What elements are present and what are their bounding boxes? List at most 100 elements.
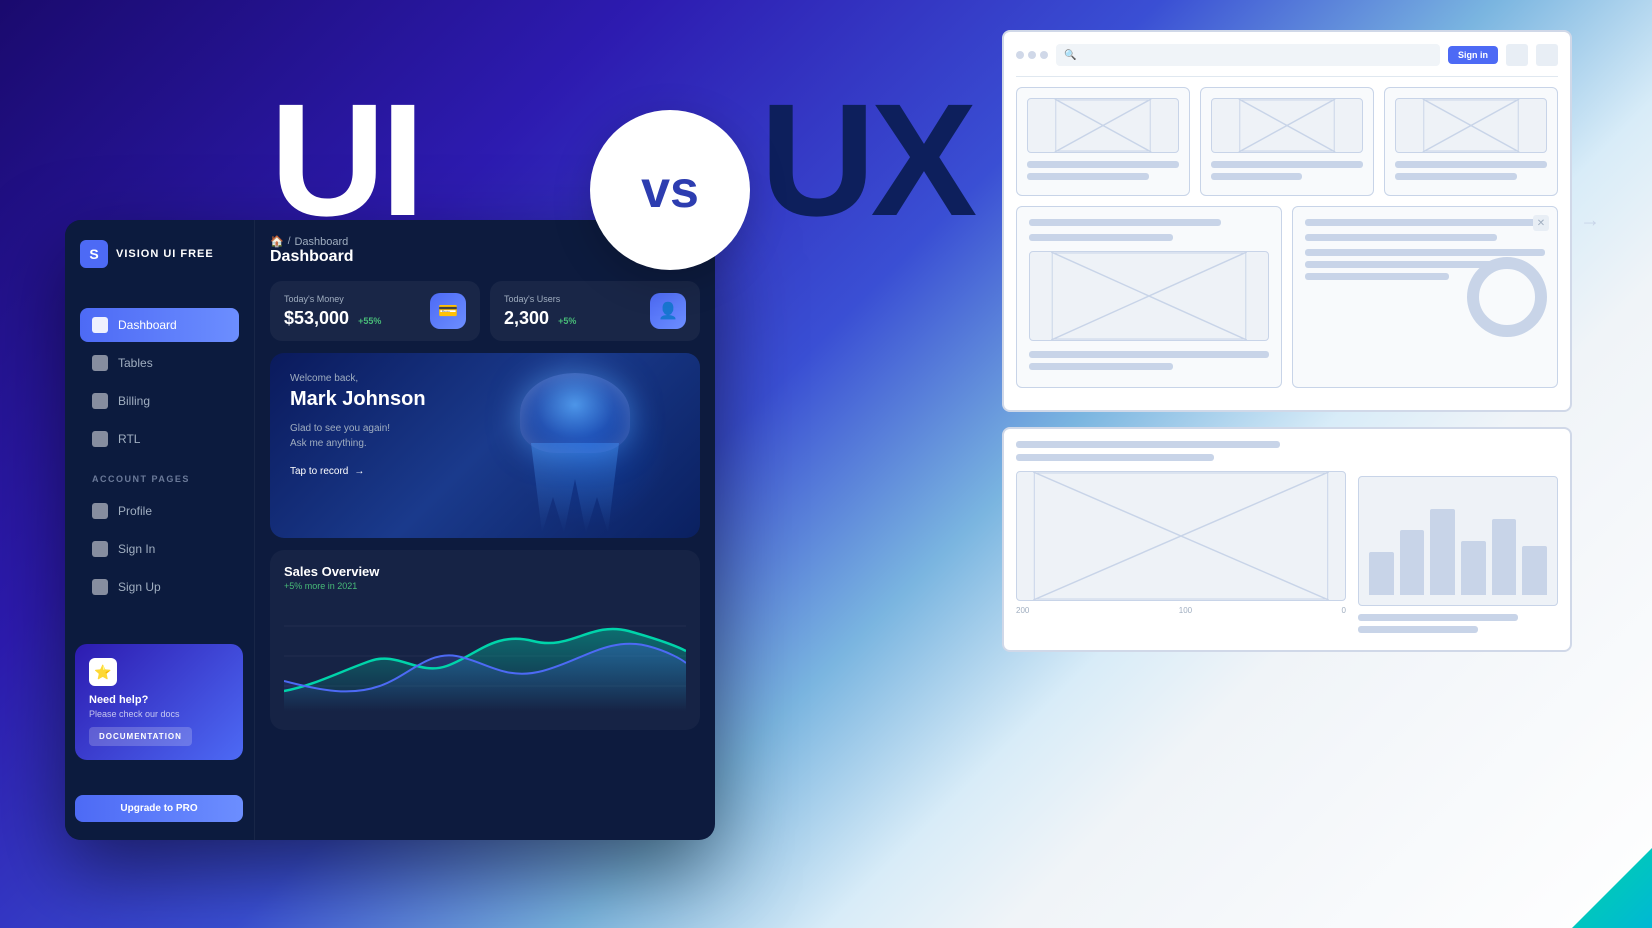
wf-text-1	[1027, 161, 1179, 168]
page-title: Dashboard	[270, 248, 354, 266]
stat-change-users: +5%	[558, 316, 576, 326]
main-content: 🏠 / Dashboard Dashboard Today's Money $5…	[255, 220, 715, 840]
dashboard-icon	[92, 317, 108, 333]
stat-label-money: Today's Money	[284, 294, 381, 304]
sidebar-item-profile[interactable]: Profile	[80, 494, 239, 528]
sidebar-item-label-signup: Sign Up	[118, 580, 161, 594]
wf-cards-row-2: ✕	[1016, 206, 1558, 388]
wf-card-3	[1384, 87, 1558, 196]
wf-img-2	[1211, 98, 1363, 153]
account-section-title: ACCOUNT PAGES	[92, 474, 227, 484]
sidebar-item-billing[interactable]: Billing	[80, 384, 239, 418]
wf-img-3	[1395, 98, 1547, 153]
sidebar-item-label-tables: Tables	[118, 356, 153, 370]
wf-text-14	[1305, 261, 1497, 268]
tap-record[interactable]: Tap to record →	[290, 466, 426, 477]
ux-label: UX	[760, 80, 972, 240]
logo-text: VISION UI FREE	[116, 248, 214, 260]
welcome-name: Mark Johnson	[290, 388, 426, 411]
welcome-subtitle: Welcome back,	[290, 373, 426, 384]
wf-bottom-chart: 200 100 0	[1002, 427, 1572, 652]
sidebar-item-label-billing: Billing	[118, 394, 150, 408]
wf-chart-title	[1016, 441, 1280, 448]
stat-value-money: $53,000 +55%	[284, 308, 381, 329]
welcome-desc1: Glad to see you again!	[290, 421, 426, 436]
sidebar-item-label-profile: Profile	[118, 504, 152, 518]
wf-text-10	[1029, 363, 1173, 370]
vs-circle: vs	[590, 110, 750, 270]
wf-card-1	[1016, 87, 1190, 196]
wf-text-6	[1395, 173, 1517, 180]
help-title: Need help?	[89, 694, 229, 706]
wf-text-13	[1305, 249, 1545, 256]
wf-text-15	[1305, 273, 1449, 280]
wf-text-4	[1211, 173, 1302, 180]
welcome-banner: Welcome back, Mark Johnson Glad to see y…	[270, 353, 700, 538]
wf-text-2	[1027, 173, 1149, 180]
wireframe-arrow: →	[1580, 210, 1600, 233]
wf-large-card-2: ✕	[1292, 206, 1558, 388]
ui-label: UI	[270, 80, 420, 240]
sales-section: Sales Overview +5% more in 2021	[270, 550, 700, 730]
help-card: ⭐ Need help? Please check our docs DOCUM…	[75, 644, 243, 760]
stat-icon-money: 💳	[430, 293, 466, 329]
browser-search-bar[interactable]: 🔍	[1056, 44, 1440, 66]
signin-button-wf[interactable]: Sign in	[1448, 46, 1498, 64]
sidebar: S VISION UI FREE Dashboard Tables Billin…	[65, 220, 255, 840]
help-subtitle: Please check our docs	[89, 709, 229, 719]
stat-value-users: 2,300 +5%	[504, 308, 576, 329]
wf-large-img-1	[1029, 251, 1269, 341]
stat-label-users: Today's Users	[504, 294, 576, 304]
sidebar-item-tables[interactable]: Tables	[80, 346, 239, 380]
sidebar-logo: S VISION UI FREE	[80, 240, 239, 283]
stats-row: Today's Money $53,000 +55% 💳 Today's Use…	[270, 281, 700, 341]
wf-text-3	[1211, 161, 1363, 168]
wf-text-12	[1305, 234, 1497, 241]
dashboard-mockup: S VISION UI FREE Dashboard Tables Billin…	[65, 220, 715, 840]
active-users-label	[1358, 614, 1558, 633]
sales-subtitle: +5% more in 2021	[284, 581, 686, 591]
sidebar-item-rtl[interactable]: RTL	[80, 422, 239, 456]
stat-card-users: Today's Users 2,300 +5% 👤	[490, 281, 700, 341]
sales-title: Sales Overview	[284, 564, 686, 579]
wf-donut-chart	[1467, 257, 1547, 337]
welcome-desc2: Ask me anything.	[290, 436, 426, 451]
wf-large-card-1	[1016, 206, 1282, 388]
wf-chart-subtitle	[1016, 454, 1214, 461]
upgrade-button[interactable]: Upgrade to PRO	[75, 795, 243, 822]
browser-dot-3	[1040, 51, 1048, 59]
wf-text-11	[1305, 219, 1545, 226]
stat-change-money: +55%	[358, 316, 381, 326]
browser-dot-1	[1016, 51, 1024, 59]
sidebar-item-signup[interactable]: Sign Up	[80, 570, 239, 604]
wf-cards-row-1	[1016, 87, 1558, 196]
sidebar-item-dashboard[interactable]: Dashboard	[80, 308, 239, 342]
wf-text-8	[1029, 234, 1173, 241]
wf-btn-2[interactable]	[1536, 44, 1558, 66]
wf-btn-1[interactable]	[1506, 44, 1528, 66]
profile-icon	[92, 503, 108, 519]
wf-bar-chart	[1358, 476, 1558, 606]
wf-img-1	[1027, 98, 1179, 153]
browser-header: 🔍 Sign in	[1016, 44, 1558, 77]
stat-card-money: Today's Money $53,000 +55% 💳	[270, 281, 480, 341]
sidebar-item-label-dashboard: Dashboard	[118, 318, 177, 332]
signin-icon	[92, 541, 108, 557]
documentation-button[interactable]: DOCUMENTATION	[89, 727, 192, 746]
wf-card-2	[1200, 87, 1374, 196]
tables-icon	[92, 355, 108, 371]
welcome-content: Welcome back, Mark Johnson Glad to see y…	[290, 373, 426, 477]
billing-icon	[92, 393, 108, 409]
chart-area	[284, 601, 686, 711]
help-star-icon: ⭐	[89, 658, 117, 686]
wireframe-side: 🔍 Sign in →	[1002, 30, 1622, 880]
wf-text-5	[1395, 161, 1547, 168]
vs-label: vs	[641, 160, 699, 220]
jellyfish-glow	[510, 363, 670, 528]
wf-text-9	[1029, 351, 1269, 358]
browser-wireframe: 🔍 Sign in →	[1002, 30, 1572, 412]
sidebar-item-signin[interactable]: Sign In	[80, 532, 239, 566]
search-icon-wf: 🔍	[1064, 50, 1076, 61]
sidebar-item-label-rtl: RTL	[118, 432, 140, 446]
logo-icon: S	[80, 240, 108, 268]
